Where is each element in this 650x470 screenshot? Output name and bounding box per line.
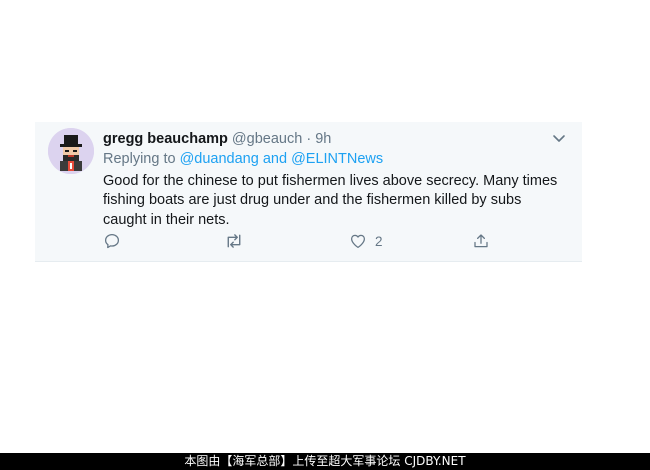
timestamp[interactable]: 9h: [315, 131, 331, 147]
avatar-image: [48, 128, 94, 174]
separator-dot: ·: [306, 131, 312, 147]
handle[interactable]: @gbeauch: [232, 131, 302, 147]
reply-button[interactable]: [103, 230, 121, 252]
display-name[interactable]: gregg beauchamp: [103, 131, 228, 147]
tweet-text: Good for the chinese to put fishermen li…: [103, 173, 558, 228]
mention-link[interactable]: @duandang: [180, 151, 259, 167]
reply-icon: [103, 232, 121, 250]
retweet-icon: [224, 232, 244, 250]
share-icon: [472, 232, 490, 250]
heart-icon: [349, 232, 367, 250]
retweet-button[interactable]: [224, 230, 244, 252]
share-button[interactable]: [472, 230, 490, 252]
watermark-banner: 本图由【海军总部】上传至超大军事论坛 CJDBY.NET: [0, 453, 650, 470]
avatar[interactable]: [48, 128, 94, 174]
like-count: 2: [375, 233, 383, 249]
reply-conjunction: and: [258, 151, 292, 167]
reply-prefix: Replying to: [103, 151, 180, 167]
like-button[interactable]: 2: [349, 230, 383, 252]
mention-link[interactable]: @ELINTNews: [291, 151, 383, 167]
chevron-down-icon[interactable]: [550, 131, 568, 147]
replying-to: Replying to @duandang and @ELINTNews: [103, 151, 383, 167]
tweet-actions: 2: [103, 230, 523, 252]
tweet-header: gregg beauchamp @gbeauch · 9h: [103, 131, 331, 147]
tweet-card[interactable]: gregg beauchamp @gbeauch · 9h Replying t…: [35, 122, 582, 262]
